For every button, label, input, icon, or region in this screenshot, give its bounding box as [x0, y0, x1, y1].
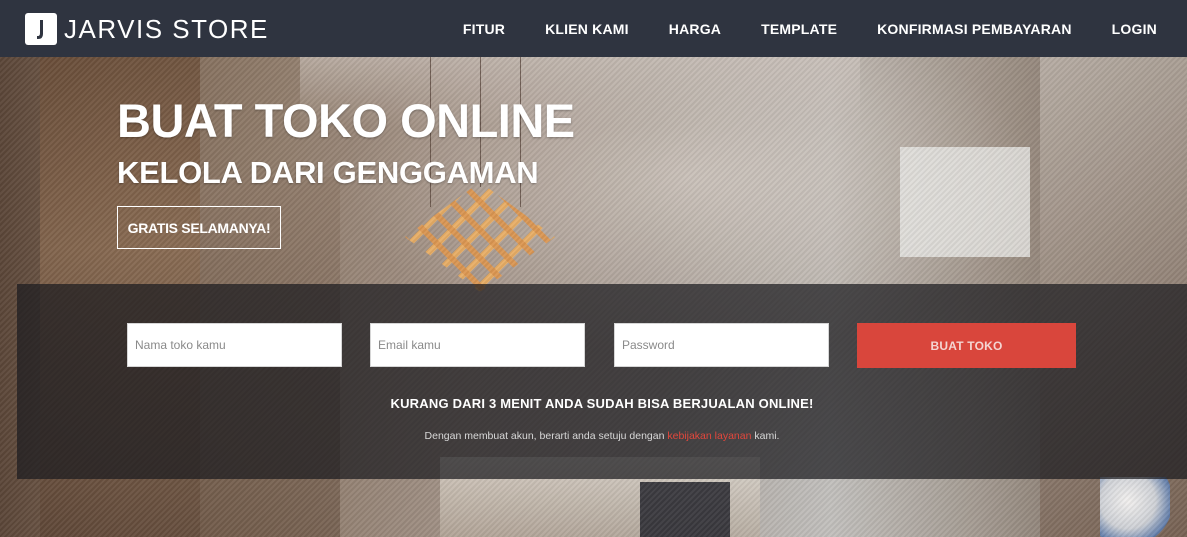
email-input[interactable]: [370, 323, 585, 367]
terms-text: Dengan membuat akun, berarti anda setuju…: [17, 430, 1187, 442]
store-name-input[interactable]: [127, 323, 342, 367]
nav-item-login[interactable]: LOGIN: [1112, 21, 1157, 37]
terms-of-service-link[interactable]: kebijakan layanan: [667, 430, 751, 442]
nav-item-template[interactable]: TEMPLATE: [761, 21, 837, 37]
brand-name: JARVIS STORE: [64, 13, 269, 44]
brand-link[interactable]: JARVIS STORE: [25, 0, 269, 57]
terms-suffix: kami.: [751, 430, 780, 442]
password-input[interactable]: [614, 323, 829, 367]
nav-item-konfirmasi-pembayaran[interactable]: KONFIRMASI PEMBAYARAN: [877, 21, 1072, 37]
hero-section: BUAT TOKO ONLINE KELOLA DARI GENGGAMAN G…: [0, 57, 1187, 537]
nav-item-fitur[interactable]: FITUR: [463, 21, 505, 37]
free-forever-badge: GRATIS SELAMANYA!: [117, 206, 281, 249]
main-nav: FITUR KLIEN KAMI HARGA TEMPLATE KONFIRMA…: [463, 0, 1157, 57]
terms-prefix: Dengan membuat akun, berarti anda setuju…: [424, 430, 668, 442]
hero-headline: BUAT TOKO ONLINE: [117, 94, 575, 147]
signup-tagline: KURANG DARI 3 MENIT ANDA SUDAH BISA BERJ…: [390, 396, 814, 411]
hero-subheadline: KELOLA DARI GENGGAMAN: [117, 155, 539, 190]
top-navbar: JARVIS STORE FITUR KLIEN KAMI HARGA TEMP…: [0, 0, 1187, 57]
signup-panel: BUAT TOKO KURANG DARI 3 MENIT ANDA SUDAH…: [17, 284, 1187, 479]
bag-logo-icon: [25, 12, 57, 45]
nav-item-harga[interactable]: HARGA: [669, 21, 721, 37]
nav-item-klien-kami[interactable]: KLIEN KAMI: [545, 21, 629, 37]
create-store-button[interactable]: BUAT TOKO: [857, 323, 1076, 368]
